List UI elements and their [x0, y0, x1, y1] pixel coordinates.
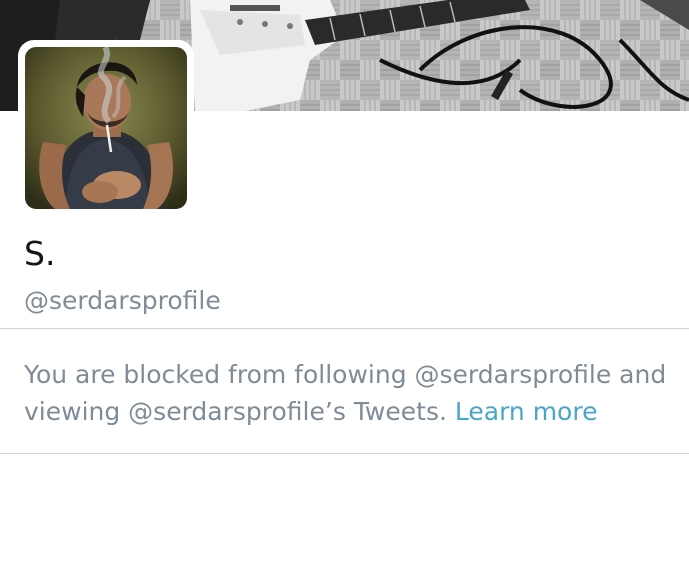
learn-more-link[interactable]: Learn more: [455, 397, 598, 426]
profile-handle: @serdarsprofile: [24, 286, 221, 315]
avatar-frame: [18, 40, 194, 216]
avatar[interactable]: [25, 47, 187, 209]
divider: [0, 328, 689, 329]
display-name: S.: [24, 234, 56, 273]
divider: [0, 453, 689, 454]
blocked-notice: You are blocked from following @serdarsp…: [24, 356, 674, 430]
